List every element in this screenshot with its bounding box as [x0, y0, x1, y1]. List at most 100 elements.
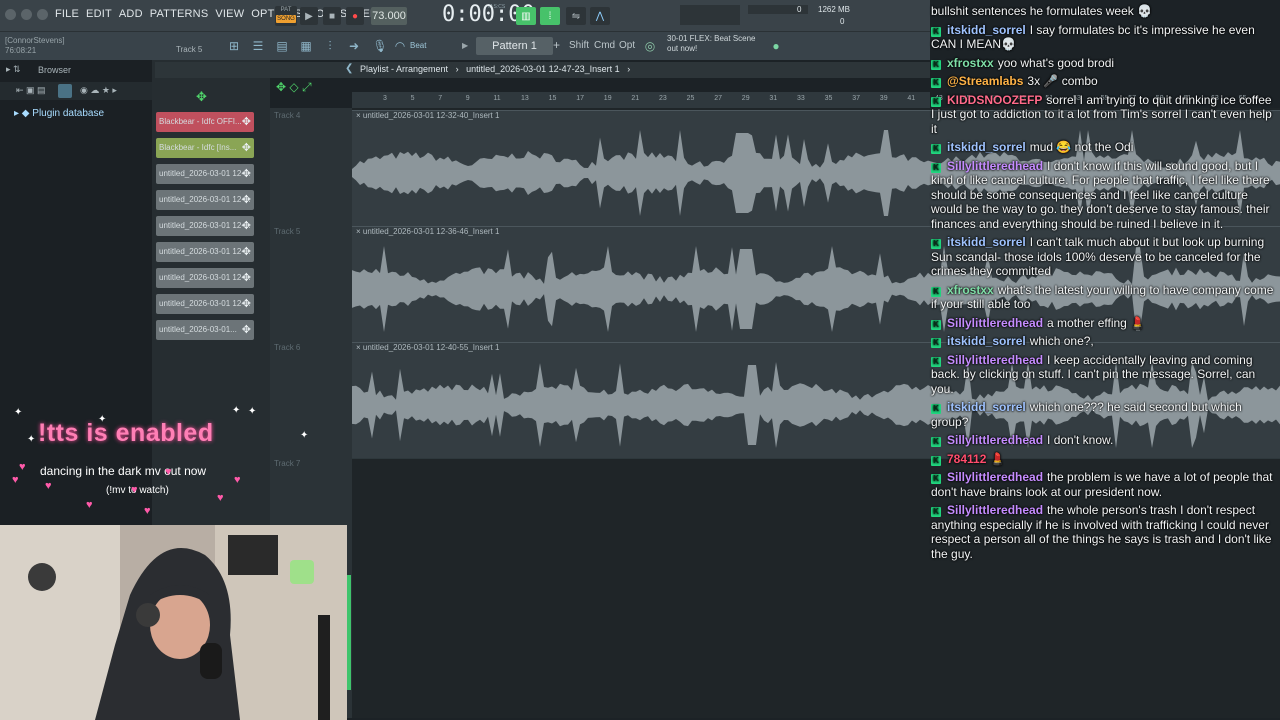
menu-add[interactable]: ADD — [119, 8, 143, 20]
chat-username[interactable]: Sillylittleredhead — [947, 353, 1043, 367]
channel-move-icon[interactable]: ✥ — [242, 164, 251, 184]
menu-view[interactable]: VIEW — [215, 8, 244, 20]
playlist-menu-icon[interactable]: ❮ — [345, 63, 353, 74]
chat-username[interactable]: @Streamlabs — [947, 74, 1023, 88]
clip-close-icon[interactable]: × — [356, 343, 363, 352]
kick-badge-icon: K — [931, 437, 941, 447]
clip-close-icon[interactable]: × — [356, 111, 363, 120]
stop-button[interactable]: ■ — [323, 7, 341, 25]
ruler-tick: 35 — [824, 95, 833, 102]
channel-rack-icon[interactable]: ▦ — [298, 38, 314, 54]
channel-move-icon[interactable]: ✥ — [242, 112, 251, 132]
shift-button[interactable]: Shift — [569, 40, 589, 51]
browser-menu-icon[interactable]: ▸ ⇅ — [6, 64, 21, 75]
chat-username[interactable]: Sillylittleredhead — [947, 433, 1043, 447]
kick-badge-icon: K — [931, 26, 941, 37]
news-hint[interactable]: 30-01 FLEX: Beat Scene out now! — [667, 34, 756, 54]
heart-icon: ♥ — [144, 505, 151, 517]
metronome-button[interactable]: ▥ — [516, 7, 536, 25]
chat-username[interactable]: Sillylittleredhead — [947, 503, 1043, 517]
wait-input-button[interactable]: ⁞ — [540, 7, 560, 25]
channel-move-icon[interactable]: ✥ — [242, 320, 251, 340]
channel-move-icon[interactable]: ✥ — [242, 138, 251, 158]
opt-button[interactable]: Opt — [619, 40, 635, 51]
clip-close-icon[interactable]: × — [356, 227, 363, 236]
channel-item[interactable]: untitled_2026-03-01... ✥ — [156, 320, 254, 340]
channel-item[interactable]: untitled_2026-03-01 12-... ✥ — [156, 294, 254, 314]
mixer-icon[interactable]: ⫶ — [322, 38, 338, 54]
chat-username[interactable]: itskidd_sorrel — [947, 140, 1026, 154]
window-minimize-button[interactable] — [21, 9, 32, 20]
browser-filter-icon[interactable] — [58, 84, 72, 98]
channel-move-icon[interactable]: ✥ — [242, 242, 251, 262]
track-header[interactable]: Track 4 — [274, 111, 300, 120]
clip-name: untitled_2026-03-01 12-32-40_Insert 1 — [362, 111, 500, 120]
add-pattern-button[interactable]: + — [553, 38, 560, 52]
chat-username[interactable]: 784112 — [947, 452, 986, 466]
channel-item[interactable]: Blackbear - Idfc OFFI... ✥ — [156, 112, 254, 132]
chat-text: yoo what's good brodi — [997, 55, 1115, 70]
step-edit-button[interactable]: ⋀ — [590, 7, 610, 25]
window-close-button[interactable] — [5, 9, 16, 20]
snap-icon[interactable]: ⊞ — [226, 38, 242, 54]
track-header[interactable]: Track 7 — [274, 459, 300, 468]
track-header[interactable]: Track 6 — [274, 343, 300, 352]
microphone-icon[interactable]: 🎙 — [372, 38, 388, 54]
channel-add-icon[interactable]: ✥ — [196, 89, 207, 105]
menu-edit[interactable]: EDIT — [86, 8, 112, 20]
channel-move-icon[interactable]: ✥ — [242, 190, 251, 210]
news-icon[interactable]: ◎ — [642, 38, 658, 54]
chat-username[interactable]: Sillylittleredhead — [947, 316, 1043, 330]
channel-item[interactable]: untitled_2026-03-01 12-... ✥ — [156, 216, 254, 236]
arrow-right-icon[interactable]: ➜ — [346, 38, 362, 54]
chat-username[interactable]: itskidd_sorrel — [947, 400, 1026, 414]
webcam-feed — [0, 525, 347, 720]
playlist-icon[interactable]: ☰ — [250, 38, 266, 54]
ruler-tick: 27 — [714, 95, 722, 102]
kick-badge-icon: K — [931, 239, 941, 249]
cmd-button[interactable]: Cmd — [594, 40, 615, 51]
window-zoom-button[interactable] — [37, 9, 48, 20]
ruler-tick: 19 — [603, 95, 612, 102]
add-track-icon[interactable]: ✥ ◇ ⤢ — [276, 80, 312, 95]
online-icon[interactable]: ● — [768, 38, 784, 54]
channel-item[interactable]: untitled_2026-03-01 12-... ✥ — [156, 268, 254, 288]
scrollbar-thumb[interactable] — [347, 575, 351, 690]
channel-item[interactable]: untitled_2026-03-01 12-... ✥ — [156, 164, 254, 184]
chat-username[interactable]: itskidd_sorrel — [947, 334, 1026, 348]
chat-username[interactable]: Sillylittleredhead — [947, 159, 1043, 173]
channel-move-icon[interactable]: ✥ — [242, 294, 251, 314]
ruler-tick: 39 — [879, 95, 888, 102]
pattern-selector[interactable]: Pattern 1 — [476, 37, 553, 55]
play-button[interactable]: ▶ — [300, 7, 318, 25]
chat-username[interactable]: xfrostxx — [947, 283, 994, 297]
channel-item[interactable]: untitled_2026-03-01 12-... ✥ — [156, 242, 254, 262]
record-button[interactable]: ● — [346, 7, 364, 25]
collapse-icon[interactable]: ⇤ ▣ ▤ — [16, 85, 46, 96]
tempo-display[interactable]: 73.000 — [371, 7, 407, 25]
channel-item[interactable]: Blackbear - Idfc [Ins... ✥ — [156, 138, 254, 158]
headphones-icon[interactable]: ◠ — [392, 38, 408, 54]
plugin-database-item[interactable]: ▸ ◆ Plugin database — [14, 108, 104, 119]
user-info: [ConnorStevens] 76:08:21 — [5, 36, 65, 56]
chat-username[interactable]: Sillylittleredhead — [947, 470, 1043, 484]
chat-message: K 784112 💄 — [931, 452, 1275, 467]
piano-roll-icon[interactable]: ▤ — [274, 38, 290, 54]
ruler-tick: 15 — [548, 95, 557, 102]
menu-file[interactable]: FILE — [55, 8, 79, 20]
pattern-prev-icon[interactable]: ▶ — [462, 41, 468, 50]
channel-move-icon[interactable]: ✥ — [242, 268, 251, 288]
chat-username[interactable]: itskidd_sorrel — [947, 23, 1026, 37]
chat-username[interactable]: itskidd_sorrel — [947, 235, 1026, 249]
pat-song-toggle[interactable]: PAT SONG — [275, 6, 297, 26]
chat-text: 💄 — [990, 451, 1006, 466]
browser-cloud-icon[interactable]: ◉ ☁ ★ ▸ — [80, 85, 117, 96]
channel-move-icon[interactable]: ✥ — [242, 216, 251, 236]
channel-item[interactable]: untitled_2026-03-01 12-... ✥ — [156, 190, 254, 210]
track-header[interactable]: Track 5 — [274, 227, 300, 236]
loop-record-button[interactable]: ⇋ — [566, 7, 586, 25]
chat-username[interactable]: KIDDSNOOZEFP — [947, 93, 1042, 107]
menu-patterns[interactable]: PATTERNS — [150, 8, 209, 20]
snap-value[interactable]: Beat — [410, 41, 426, 50]
chat-username[interactable]: xfrostxx — [947, 56, 994, 70]
